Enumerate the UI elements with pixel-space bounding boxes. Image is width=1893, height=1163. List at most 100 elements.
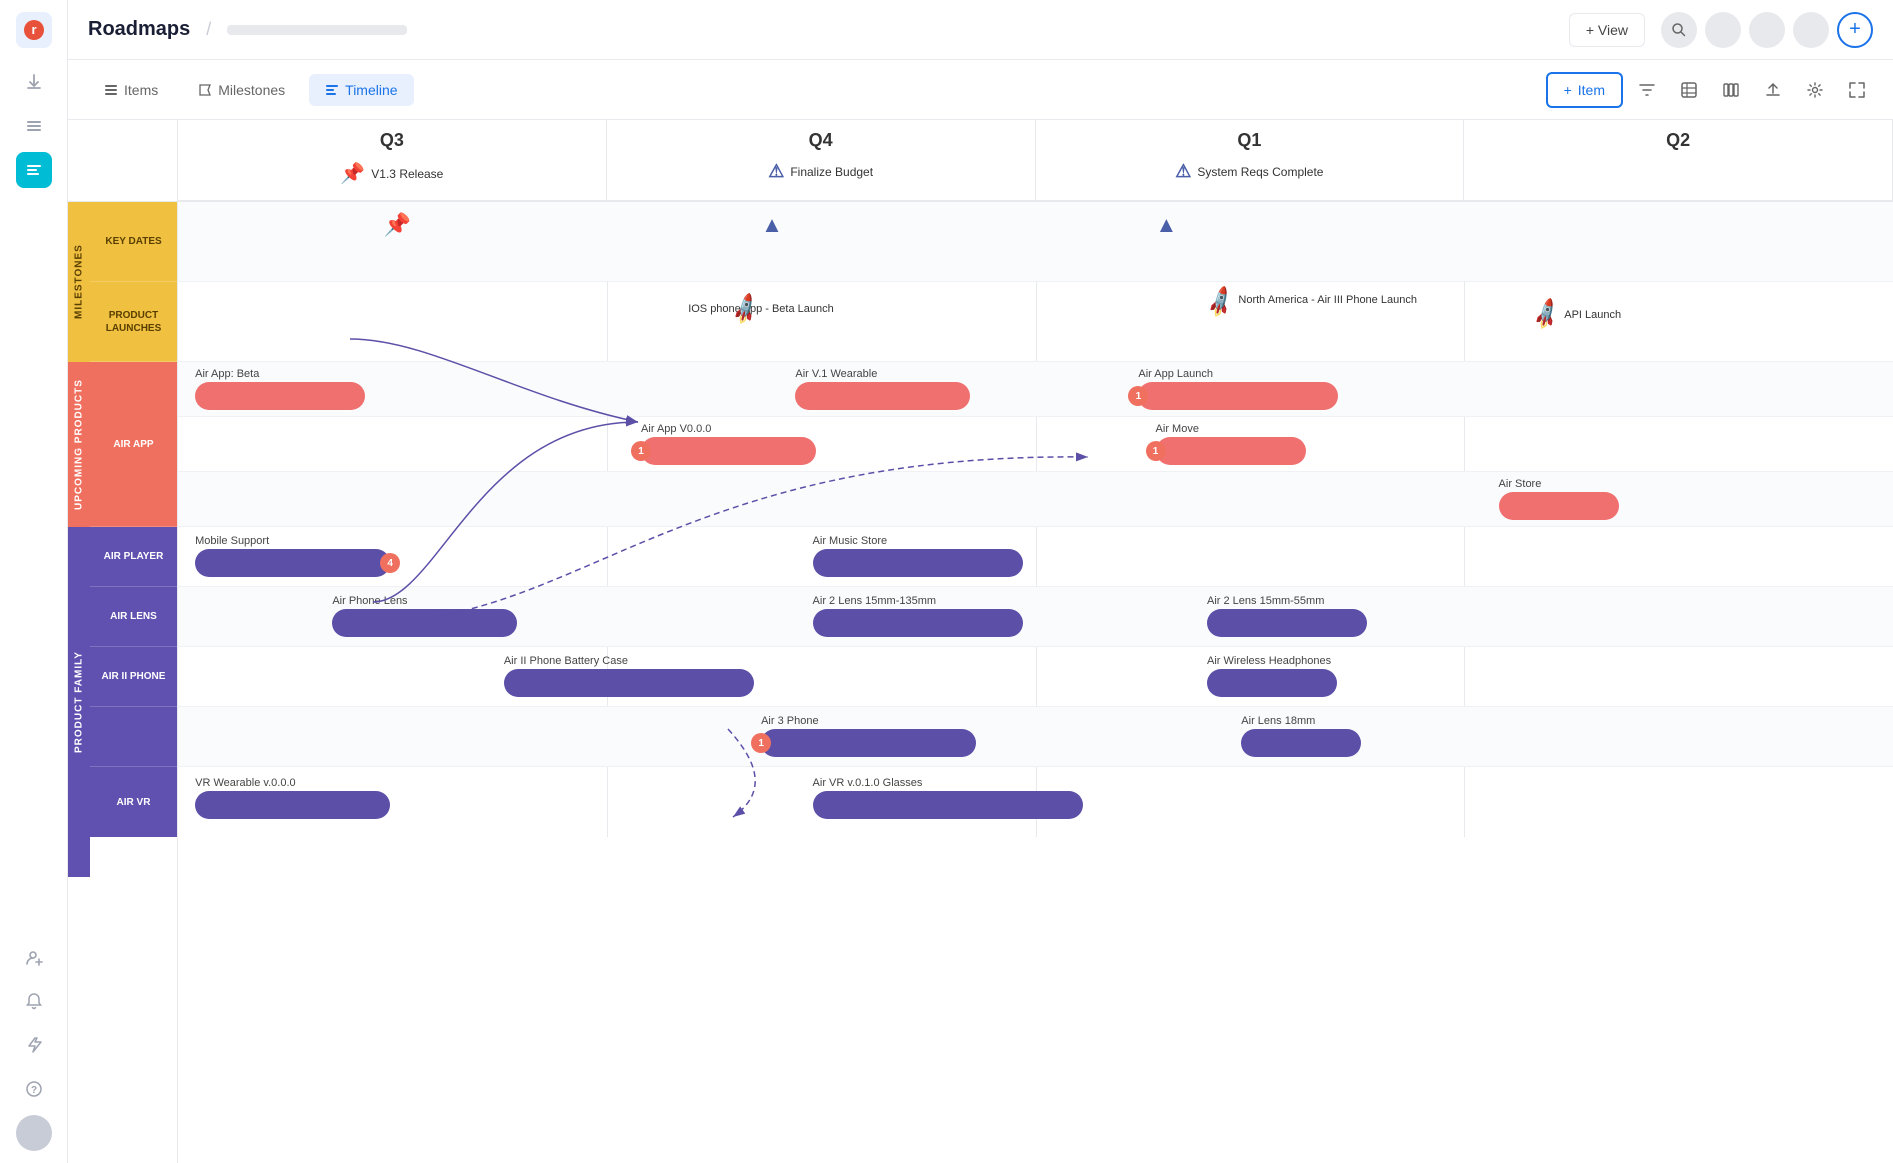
air-3-phone-bar[interactable]: 1 [761,729,976,757]
air-ii-phone-sub-label [90,707,177,767]
air-vr-glasses-bar[interactable] [813,791,1083,819]
quarter-q3: Q3 📌 V1.3 Release [178,120,607,200]
app-logo[interactable]: r [16,12,52,48]
air-2-lens-135-group: Air 2 Lens 15mm-135mm [813,595,1023,637]
sidebar-bell-icon[interactable] [16,983,52,1019]
q4-milestone-label: Finalize Budget [790,165,873,179]
toolbar: Items Milestones Timeline + Item [68,60,1893,120]
quarter-q4: Q4 ⚠ Finalize Budget [607,120,1036,200]
air-app-launch-text: Air App Launch [1138,368,1338,380]
air-battery-case-group: Air II Phone Battery Case [504,655,754,697]
air-vr-glasses-group: Air VR v.0.1.0 Glasses [813,777,1083,819]
columns-icon[interactable] [1715,74,1747,106]
air-app-beta-bar[interactable] [195,382,365,410]
air-3-phone-text: Air 3 Phone [761,715,976,727]
filter-icon[interactable] [1631,74,1663,106]
air-battery-case-text: Air II Phone Battery Case [504,655,754,667]
mobile-support-text: Mobile Support [195,535,390,547]
q2-rocket-marker: 🚀 API Launch [1533,302,1621,328]
nav-add-button[interactable]: + [1837,12,1873,48]
air-music-store-bar[interactable] [813,549,1023,577]
air-wireless-group: Air Wireless Headphones [1207,655,1337,697]
air-phone-lens-text: Air Phone Lens [332,595,517,607]
air-wireless-bar[interactable] [1207,669,1337,697]
vr-wearable-bar[interactable] [195,791,390,819]
tab-timeline[interactable]: Timeline [309,74,413,106]
air-move-dep: 1 [1146,441,1166,461]
air-app-launch-label: Air App Launch 1 [1138,368,1338,410]
q2-rocket-label: API Launch [1564,309,1621,321]
upload-icon[interactable] [1757,74,1789,106]
settings-icon[interactable] [1799,74,1831,106]
air-music-store-group: Air Music Store [813,535,1023,577]
air-2-lens-55-group: Air 2 Lens 15mm-55mm [1207,595,1367,637]
quarter-q2: Q2 [1464,120,1893,200]
air-app-launch-bar[interactable]: 1 [1138,382,1338,410]
q3-pin-icon: 📌 [340,161,365,186]
air-app-v000-dep: 1 [631,441,651,461]
air-2-lens-55-text: Air 2 Lens 15mm-55mm [1207,595,1367,607]
page-title: Roadmaps [88,18,190,41]
milestones-group-tag: MILESTONES [68,202,90,362]
key-dates-label: KEY DATES [90,202,177,282]
q4-rocket-icon: 🚀 [728,292,765,328]
sidebar-list-icon[interactable] [16,108,52,144]
tab-milestones[interactable]: Milestones [182,74,301,106]
user-avatar-3[interactable] [1793,12,1829,48]
mobile-support-bar[interactable]: 4 [195,549,390,577]
user-avatar-1[interactable] [1705,12,1741,48]
add-item-button[interactable]: + Item [1546,72,1623,108]
air-app-beta-text: Air App: Beta [195,368,365,380]
timeline-content: 📌 ▲ ▲ [178,202,1893,837]
row-labels: MILESTONES KEY DATES PRODUCT LAUNCHES UP… [68,120,178,1163]
sidebar-download-icon[interactable] [16,64,52,100]
air-battery-case-bar[interactable] [504,669,754,697]
nav-separator: / [206,19,211,40]
air-ii-phone-label: AIR II PHONE [90,647,177,707]
q3-pin-marker: 📌 [384,212,411,238]
air-music-store-text: Air Music Store [813,535,1023,547]
air-player-label: AIR PLAYER [90,527,177,587]
air-phone-lens-bar[interactable] [332,609,517,637]
expand-icon[interactable] [1841,74,1873,106]
air-store-text: Air Store [1499,478,1619,490]
sidebar-timeline-icon[interactable] [16,152,52,188]
tab-milestones-label: Milestones [218,82,285,98]
q4-label: Q4 [809,130,833,151]
product-launches-row: 🚀 IOS phone app - Beta Launch 🚀 North Am… [178,282,1893,362]
q4-milestone: ⚠ Finalize Budget [768,161,873,182]
svg-text:?: ? [30,1085,36,1096]
mobile-support-dep: 4 [380,553,400,573]
air-store-bar[interactable] [1499,492,1619,520]
air-lens-row: Air Phone Lens Air 2 Lens 15mm-135mm Air… [178,587,1893,647]
air-ii-row-1: Air II Phone Battery Case Air Wireless H… [178,647,1893,707]
sidebar-lightning-icon[interactable] [16,1027,52,1063]
tab-items[interactable]: Items [88,74,174,106]
add-view-button[interactable]: + View [1569,13,1645,47]
q4-warn-icon: ⚠ [768,161,784,182]
q2-label: Q2 [1666,130,1690,151]
air-wireless-text: Air Wireless Headphones [1207,655,1337,667]
search-icon-btn[interactable] [1661,12,1697,48]
air-vr-label: AIR VR [90,767,177,837]
air-vr-glasses-text: Air VR v.0.1.0 Glasses [813,777,1083,789]
q3-milestone-label: V1.3 Release [371,167,443,181]
table-icon[interactable] [1673,74,1705,106]
product-family-group-tag: PRODUCT FAMILY [68,527,90,877]
air-wearable-bar[interactable] [795,382,970,410]
air-phone-lens-group: Air Phone Lens [332,595,517,637]
air-lens-18mm-bar[interactable] [1241,729,1361,757]
air-2-lens-135-bar[interactable] [813,609,1023,637]
q1-rocket-icon: 🚀 [1202,285,1239,321]
air-app-v000-bar[interactable]: 1 [641,437,816,465]
air-2-lens-55-bar[interactable] [1207,609,1367,637]
air-app-v000-text: Air App V0.0.0 [641,423,816,435]
sidebar-person-add-icon[interactable] [16,939,52,975]
sidebar-help-icon[interactable]: ? [16,1071,52,1107]
main-content: Roadmaps / + View + [68,0,1893,1163]
upcoming-row-1: Air App: Beta Air V.1 Wearable Air App L… [178,362,1893,417]
air-move-bar[interactable]: 1 [1156,437,1306,465]
user-avatar[interactable] [16,1115,52,1151]
svg-text:r: r [31,22,36,37]
user-avatar-2[interactable] [1749,12,1785,48]
